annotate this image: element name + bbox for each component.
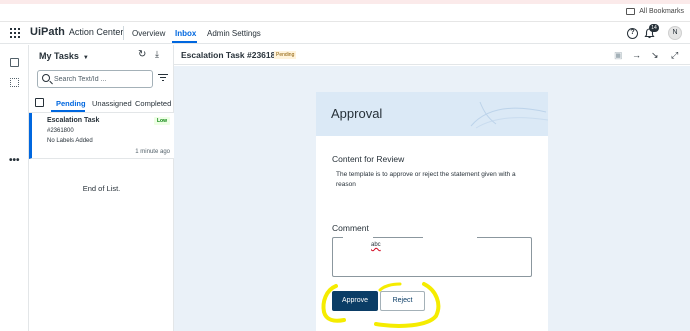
task-id: #2361800 [47,128,74,134]
browser-bookmarks-bar: All Bookmarks [0,0,690,22]
task-header: Escalation Task #2361800 Pending ▣ → ↘ ⤢ [174,45,690,65]
search-box [37,70,153,88]
reject-button[interactable]: Reject [380,291,425,311]
arrow-right-icon[interactable]: → [632,50,641,60]
all-bookmarks-button[interactable]: All Bookmarks [626,8,684,15]
help-icon[interactable]: ? [627,28,638,39]
filter-icon[interactable] [158,74,168,82]
content-for-review-heading: Content for Review [332,154,405,164]
search-input[interactable] [54,74,150,85]
task-title-heading: Escalation Task #2361800 [181,50,285,60]
refresh-icon[interactable]: ↻ [138,49,146,60]
folder-icon [626,8,636,15]
comment-text: abc [371,242,381,248]
app-name: Action Center [68,27,124,37]
approve-button[interactable]: Approve [332,291,378,311]
logo-path: Path [41,26,65,38]
app-launcher-icon[interactable] [10,28,20,38]
forward-icon[interactable]: ↘ [651,50,659,61]
header-divider [123,26,124,40]
select-all-checkbox[interactable] [35,98,44,107]
priority-badge: Low [154,117,170,125]
processes-icon[interactable] [10,78,19,87]
tab-completed[interactable]: Completed [135,99,171,108]
tab-admin-settings[interactable]: Admin Settings [207,29,261,38]
my-tasks-dropdown[interactable]: My Tasks ▼ [39,51,89,61]
my-tasks-label: My Tasks [39,51,79,61]
tab-pending[interactable]: Pending [56,99,86,108]
task-labels: No Labels Added [47,138,93,144]
notification-badge: 14 [649,24,659,32]
more-icon[interactable]: ••• [9,155,20,166]
all-bookmarks-label: All Bookmarks [639,8,684,15]
caret-down-icon: ▼ [82,55,89,61]
form-header: Approval [316,92,548,136]
status-badge: Pending [274,51,297,59]
app-header: Ui Path Action Center Overview Inbox Admi… [0,22,690,44]
expand-icon[interactable]: ⤢ [671,50,678,61]
active-tab-indicator [172,41,197,43]
save-icon[interactable]: ▣ [614,50,623,61]
tab-unassigned[interactable]: Unassigned [92,99,132,108]
left-rail: ••• [0,45,29,331]
logo-ui: Ui [30,26,41,38]
search-icon [42,74,50,82]
uipath-logo[interactable]: Ui Path Action Center [30,26,123,38]
tab-inbox[interactable]: Inbox [175,29,196,38]
decorative-swirl-icon [470,101,548,129]
tasks-icon[interactable] [10,58,19,67]
download-icon[interactable]: ⤓ [155,49,159,60]
content-for-review-text: The template is to approve or reject the… [336,171,516,188]
approval-form: Approval Content for Review The template… [316,92,548,331]
avatar[interactable]: N [668,26,682,40]
form-heading: Approval [331,106,383,121]
task-title: Escalation Task [47,117,100,124]
browser-tab-strip [0,0,690,4]
list-item[interactable]: Escalation Task Low #2361800 No Labels A… [29,113,174,159]
task-list-panel: My Tasks▼ ↻ ⤓ Pending Unassigned Complet… [29,45,174,331]
end-of-list-text: End of List. [82,184,121,193]
comment-label: Comment [332,223,369,233]
tab-overview[interactable]: Overview [132,29,165,38]
task-time: 1 minute ago [135,149,170,155]
comment-textarea[interactable]: abc [332,237,532,277]
